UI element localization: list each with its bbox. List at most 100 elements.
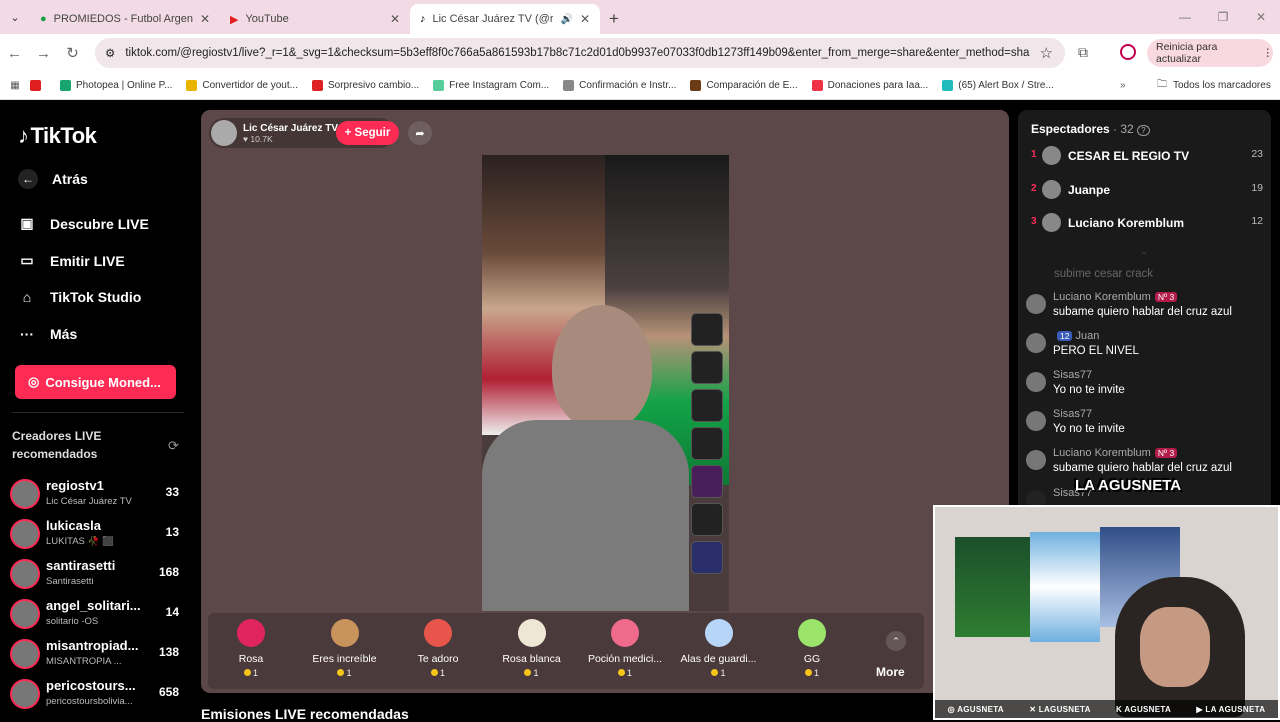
host-avatar[interactable] <box>211 120 237 146</box>
guest-avatar[interactable] <box>691 465 723 498</box>
gift-item[interactable]: Rosa blanca 1 <box>487 619 577 678</box>
guest-avatar[interactable] <box>691 541 723 574</box>
bookmark-favicon-icon <box>563 80 575 91</box>
gift-item[interactable]: Poción medici... 1 <box>580 619 670 678</box>
bookmark-star-icon[interactable]: ☆ <box>1040 44 1065 62</box>
top-viewer-row[interactable]: 2 Juanpe 19 <box>1031 179 1263 204</box>
gift-icon <box>611 619 639 647</box>
audio-icon[interactable]: 🔊 <box>560 14 572 25</box>
menu-go-live[interactable]: ▭ Emitir LIVE <box>18 252 188 269</box>
bookmark-label: Convertidor de yout... <box>202 80 298 91</box>
gift-name: Rosa <box>238 653 264 665</box>
gift-item[interactable]: Eres increíble 1 <box>300 619 390 678</box>
kebab-menu-icon[interactable]: ⋮ <box>1263 47 1274 59</box>
tiktok-logo[interactable]: ♪ TikTok <box>18 123 97 149</box>
handle-text: LAGUSNETA <box>1038 704 1091 714</box>
top-viewer-row[interactable]: 1 CESAR EL REGIO TV 23 <box>1031 146 1263 170</box>
camera-icon: ▭ <box>20 252 34 268</box>
apps-grid-icon[interactable]: ▦ <box>0 80 30 91</box>
bookmark-item[interactable]: Free Instagram Com... <box>433 80 549 91</box>
username-text[interactable]: Luciano Koremblum <box>1053 447 1151 459</box>
top-viewer-row[interactable]: 3 Luciano Koremblum 12 <box>1031 213 1263 237</box>
creator-item[interactable]: pericostours... pericostoursbolivia... 658 <box>10 677 188 711</box>
bookmark-item[interactable]: Confirmación e Instr... <box>563 80 676 91</box>
close-tab-icon[interactable]: ✕ <box>580 12 590 26</box>
get-coins-button[interactable]: ◎ Consigue Moned... <box>15 365 176 399</box>
creator-item[interactable]: lukicasla LUKITAS 🥀 ⬛ 13 <box>10 517 188 551</box>
gift-item[interactable]: GG 1 <box>767 619 857 678</box>
extensions-icon[interactable]: ⧉ <box>1078 44 1088 61</box>
creator-name: lukicasla <box>46 518 101 533</box>
chat-avatar[interactable] <box>1026 372 1046 392</box>
info-icon[interactable]: ? <box>1137 125 1150 136</box>
close-window-icon[interactable]: ✕ <box>1242 0 1280 34</box>
chat-avatar[interactable] <box>1026 450 1046 470</box>
creator-name: misantropiad... <box>46 638 139 653</box>
bookmark-item[interactable]: Convertidor de yout... <box>186 80 298 91</box>
creator-subtitle: MISANTROPIA ... <box>46 656 122 667</box>
creator-item[interactable]: angel_solitari... solitario -OS 14 <box>10 597 188 631</box>
tab-search-icon[interactable]: ⌄ <box>0 0 30 34</box>
all-bookmarks[interactable]: 🗀 Todos los marcadores <box>1157 77 1271 94</box>
menu-discover-live[interactable]: ▣ Descubre LIVE <box>18 215 188 232</box>
forward-arrow-icon[interactable]: → <box>29 45 58 62</box>
close-tab-icon[interactable]: ✕ <box>200 12 210 26</box>
restore-icon[interactable]: ❐ <box>1204 0 1242 34</box>
menu-tiktok-studio[interactable]: ⌂ TikTok Studio <box>18 289 188 305</box>
chevron-right-icon[interactable]: » <box>1120 80 1126 91</box>
guest-avatar[interactable] <box>691 351 723 384</box>
bookmark-item[interactable] <box>30 80 46 91</box>
creator-subtitle: pericostoursbolivia... <box>46 696 133 707</box>
browser-tab[interactable]: ▶ YouTube ✕ <box>220 4 410 34</box>
guest-avatar[interactable] <box>691 389 723 422</box>
profile-icon[interactable] <box>1120 44 1136 60</box>
gift-item[interactable]: Alas de guardi... 1 <box>674 619 764 678</box>
chat-text: subame quiero hablar del cruz azul <box>1053 306 1232 318</box>
guest-avatar[interactable] <box>691 313 723 346</box>
follow-button[interactable]: + Seguir <box>336 121 399 145</box>
username-text[interactable]: Juan <box>1076 330 1100 342</box>
new-tab-button[interactable]: + <box>600 4 628 34</box>
browser-tab[interactable]: ● PROMIEDOS - Futbol Argentino ✕ <box>30 4 220 34</box>
minimize-icon[interactable]: — <box>1166 0 1204 34</box>
bookmark-item[interactable]: Photopea | Online P... <box>60 80 172 91</box>
bookmark-item[interactable]: Comparación de E... <box>690 80 798 91</box>
username-text[interactable]: Luciano Koremblum <box>1053 291 1151 303</box>
creator-item[interactable]: regiostv1 Lic César Juárez TV 33 <box>10 477 188 511</box>
wall-poster <box>1030 532 1100 642</box>
back-arrow-icon[interactable]: ← <box>0 45 29 62</box>
reload-icon[interactable]: ↻ <box>58 44 87 62</box>
menu-more[interactable]: ··· Más <box>18 326 188 342</box>
viewer-name: CESAR EL REGIO TV <box>1068 149 1190 163</box>
creator-item[interactable]: santirasetti Santirasetti 168 <box>10 557 188 591</box>
gift-item[interactable]: Te adoro 1 <box>393 619 483 678</box>
chevron-up-icon[interactable]: ⌃ <box>886 631 906 651</box>
username-text[interactable]: Sisas77 <box>1053 408 1092 420</box>
creator-avatar <box>10 559 40 589</box>
viewer-score: 23 <box>1251 148 1263 160</box>
chat-avatar[interactable] <box>1026 294 1046 314</box>
bookmark-item[interactable]: Donaciones para Iaa... <box>811 80 929 91</box>
gift-item[interactable]: Rosa 1 <box>206 619 296 678</box>
back-link[interactable]: ← Atrás <box>18 169 188 189</box>
bookmark-item[interactable]: Sorpresivo cambio... <box>311 80 419 91</box>
host-name: Lic César Juárez TV <box>243 122 339 134</box>
guest-avatar[interactable] <box>691 427 723 460</box>
refresh-icon[interactable]: ⟳ <box>168 438 179 454</box>
site-info-icon[interactable]: ⚙ <box>105 46 115 60</box>
creator-item[interactable]: misantropiad... MISANTROPIA ... 138 <box>10 637 188 671</box>
bookmark-label: Donaciones para Iaa... <box>827 80 929 91</box>
url-bar[interactable]: ⚙ tiktok.com/@regiostv1/live?_r=1&_svg=1… <box>95 38 1065 68</box>
bookmark-favicon-icon <box>942 80 954 91</box>
chat-avatar[interactable] <box>1026 411 1046 431</box>
browser-tab-active[interactable]: ♪ Lic César Juárez TV (@regio 🔊 ✕ <box>410 4 600 34</box>
more-gifts-button[interactable]: More <box>876 665 905 679</box>
chat-avatar[interactable] <box>1026 333 1046 353</box>
share-icon[interactable]: ➦ <box>408 121 432 145</box>
username-text[interactable]: Sisas77 <box>1053 369 1092 381</box>
update-button[interactable]: Reinicia para actualizar ⋮ <box>1147 39 1273 67</box>
close-tab-icon[interactable]: ✕ <box>390 12 400 26</box>
collapse-icon[interactable]: ⌄ <box>1140 246 1148 257</box>
bookmark-item[interactable]: (65) Alert Box / Stre... <box>942 80 1054 91</box>
guest-avatar[interactable] <box>691 503 723 536</box>
